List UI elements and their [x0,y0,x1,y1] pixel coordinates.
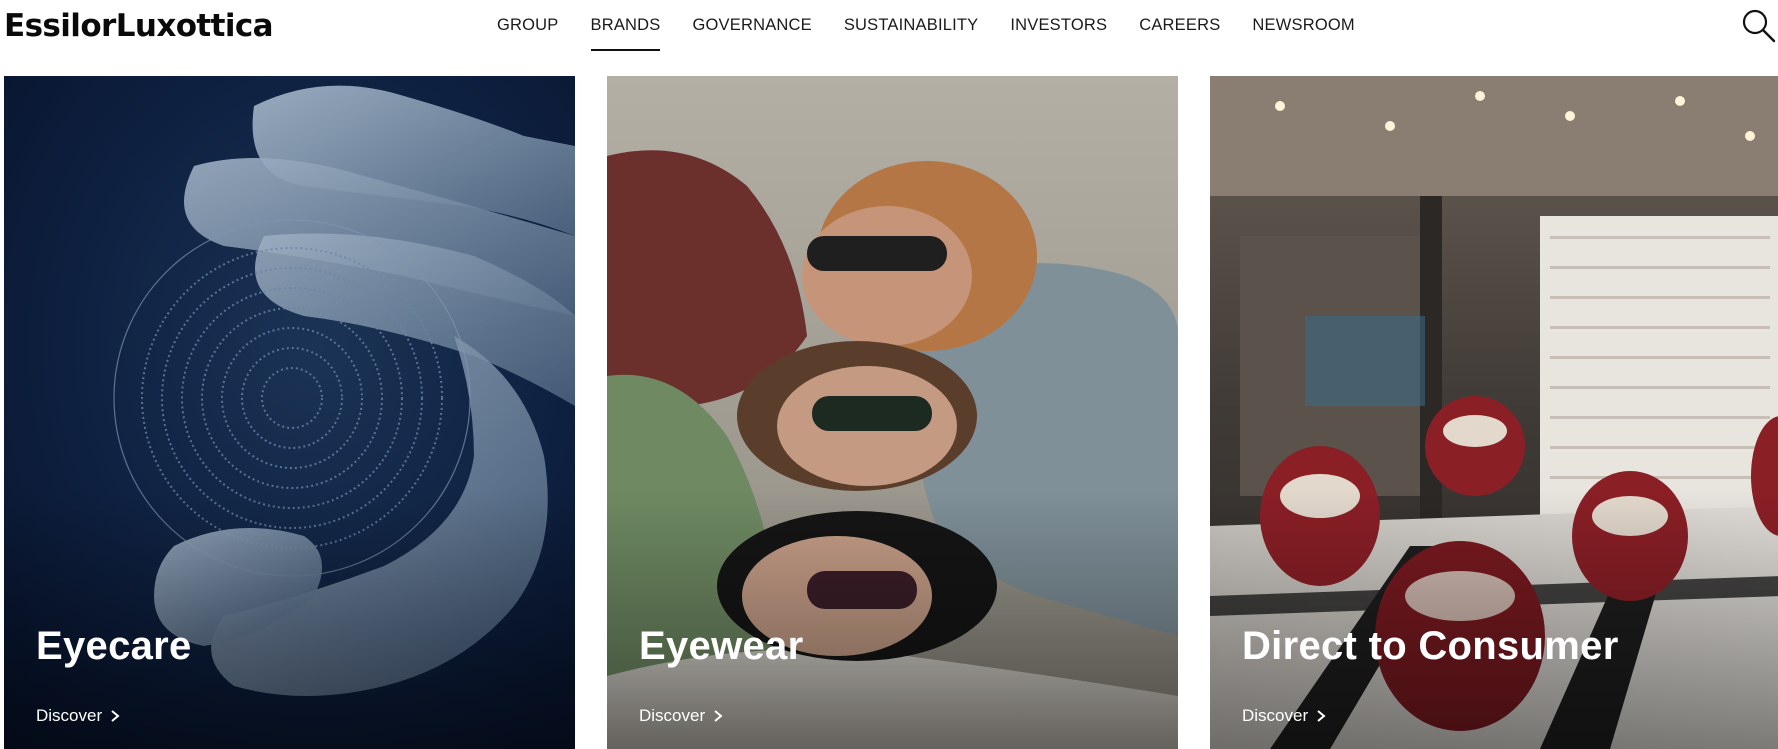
chevron-right-icon [714,710,723,722]
discover-link[interactable]: Discover [1242,706,1328,726]
nav-item-group[interactable]: GROUP [497,0,559,52]
discover-label: Discover [639,706,706,725]
site-header: EssilorLuxottica GROUP BRANDS GOVERNANCE… [0,0,1778,52]
nav-item-newsroom[interactable]: NEWSROOM [1252,0,1354,52]
card-title: Direct to Consumer [1242,624,1619,668]
card-eyewear[interactable]: Eyewear Discover [607,76,1178,749]
card-direct-to-consumer[interactable]: Direct to Consumer Discover [1210,76,1778,749]
card-title: Eyewear [639,624,804,668]
discover-label: Discover [1242,706,1309,725]
search-icon [1742,9,1776,43]
nav-item-governance[interactable]: GOVERNANCE [692,0,811,52]
chevron-right-icon [111,710,120,722]
discover-link[interactable]: Discover [639,706,725,726]
nav-item-careers[interactable]: CAREERS [1139,0,1220,52]
main-nav: GROUP BRANDS GOVERNANCE SUSTAINABILITY I… [497,0,1387,52]
card-title: Eyecare [36,624,192,668]
search-button[interactable] [1741,8,1777,44]
brand-logo[interactable]: EssilorLuxottica [4,6,274,46]
discover-link[interactable]: Discover [36,706,122,726]
discover-label: Discover [36,706,103,725]
nav-item-brands[interactable]: BRANDS [590,0,661,52]
nav-item-investors[interactable]: INVESTORS [1010,0,1107,52]
brand-cards: Eyecare Discover Eyewear Discover Direct… [0,76,1778,749]
nav-item-sustainability[interactable]: SUSTAINABILITY [844,0,979,52]
card-eyecare[interactable]: Eyecare Discover [4,76,575,749]
chevron-right-icon [1317,710,1326,722]
